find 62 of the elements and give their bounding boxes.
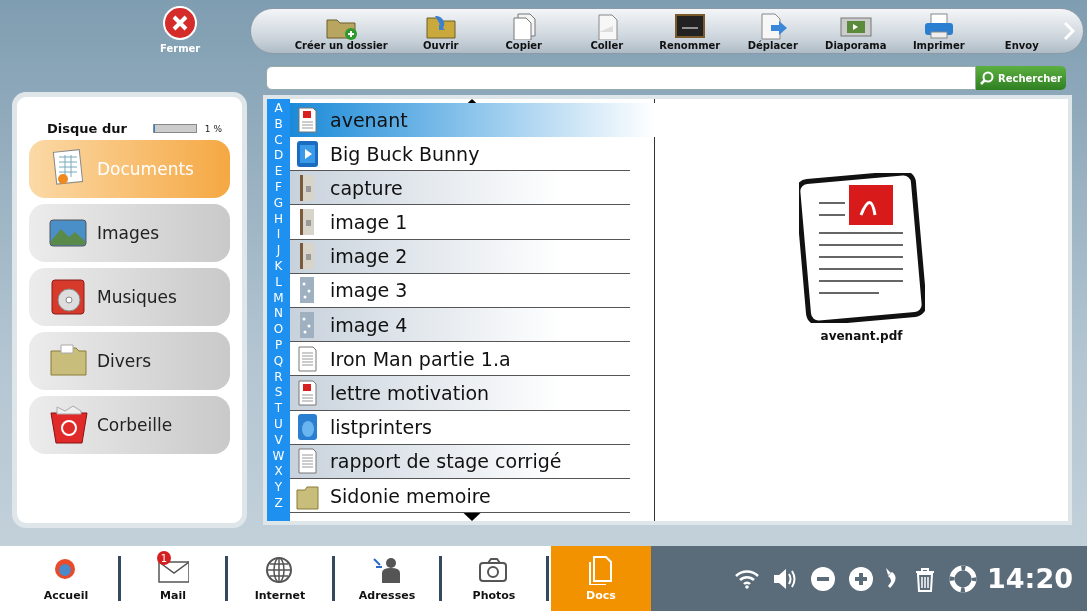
- file-name: capture: [330, 176, 403, 199]
- pdf-document-icon: [798, 173, 925, 323]
- file-name: image 2: [330, 245, 408, 268]
- taskbar-button[interactable]: Internet: [230, 546, 330, 611]
- toolbar-button[interactable]: Envoy: [980, 11, 1064, 51]
- toolbar-button[interactable]: Déplacer: [731, 11, 815, 51]
- file-name: listprinters: [330, 416, 432, 439]
- lifebuoy-icon: [949, 564, 978, 593]
- file-row[interactable]: capture: [290, 171, 630, 206]
- search-field[interactable]: [266, 66, 976, 90]
- category-button[interactable]: Corbeille: [29, 396, 230, 454]
- file-name: image 4: [330, 313, 408, 336]
- file-row[interactable]: lettre motivation: [290, 376, 630, 411]
- file-name: image 1: [330, 211, 408, 234]
- video-play-icon: [296, 139, 320, 168]
- taskbar-button[interactable]: Accueil: [16, 546, 116, 611]
- camera-icon: [478, 555, 510, 585]
- app-tile-icon: [296, 413, 320, 442]
- minus-icon: [809, 564, 838, 593]
- document-icon: [296, 447, 320, 476]
- plus-icon: [847, 564, 876, 593]
- clock: 14:20: [987, 563, 1073, 594]
- toolbar-button[interactable]: Ouvrir: [399, 11, 483, 51]
- category-button[interactable]: Images: [29, 204, 230, 262]
- toolbar-button[interactable]: Copier: [482, 11, 566, 51]
- toolbar-button[interactable]: Diaporama: [814, 11, 898, 51]
- recycle-bin-icon: [47, 403, 91, 447]
- file-name: Sidonie memoire: [330, 484, 491, 507]
- person-icon: [371, 555, 403, 585]
- toolbar-button[interactable]: Renommer: [648, 11, 732, 51]
- taskbar-button[interactable]: Photos: [444, 546, 544, 611]
- close-icon: [162, 5, 199, 41]
- document-icon: [296, 344, 320, 373]
- pdf-document-icon: [296, 378, 320, 407]
- chevron-right-icon: [1063, 21, 1076, 41]
- disk-usage-bar: [152, 124, 197, 133]
- category-button[interactable]: Musiques: [29, 268, 230, 326]
- toolbar-button[interactable]: Créer un dossier: [291, 11, 392, 51]
- file-row[interactable]: image 2: [290, 239, 630, 274]
- blackboard-icon: [673, 11, 706, 40]
- file-row[interactable]: avenant: [290, 102, 655, 138]
- taskbar-button[interactable]: Adresses: [337, 546, 437, 611]
- search-button[interactable]: Rechercher: [976, 66, 1066, 90]
- file-row[interactable]: image 4: [290, 308, 630, 343]
- taskbar-button[interactable]: Mail 1: [123, 546, 223, 611]
- pdf-document-icon: [296, 105, 320, 134]
- toolbar-button[interactable]: Coller: [565, 11, 649, 51]
- disk-title: Disque dur: [47, 121, 128, 136]
- file-name: image 3: [330, 279, 408, 302]
- printer-icon: [922, 11, 955, 40]
- toolbar-button[interactable]: Imprimer: [897, 11, 981, 51]
- file-name: lettre motivation: [330, 381, 490, 404]
- file-row[interactable]: rapport de stage corrigé: [290, 444, 630, 479]
- notification-badge: 1: [157, 551, 171, 565]
- category-button[interactable]: Divers: [29, 332, 230, 390]
- disk-usage-reading: 1 %: [204, 123, 222, 134]
- search-icon: [980, 71, 994, 85]
- file-name: rapport de stage corrigé: [330, 450, 562, 473]
- file-name: Iron Man partie 1.a: [330, 347, 511, 370]
- file-name: Big Buck Bunny: [330, 142, 480, 165]
- file-name: avenant.pdf: [820, 329, 903, 343]
- file-name: avenant: [330, 108, 408, 131]
